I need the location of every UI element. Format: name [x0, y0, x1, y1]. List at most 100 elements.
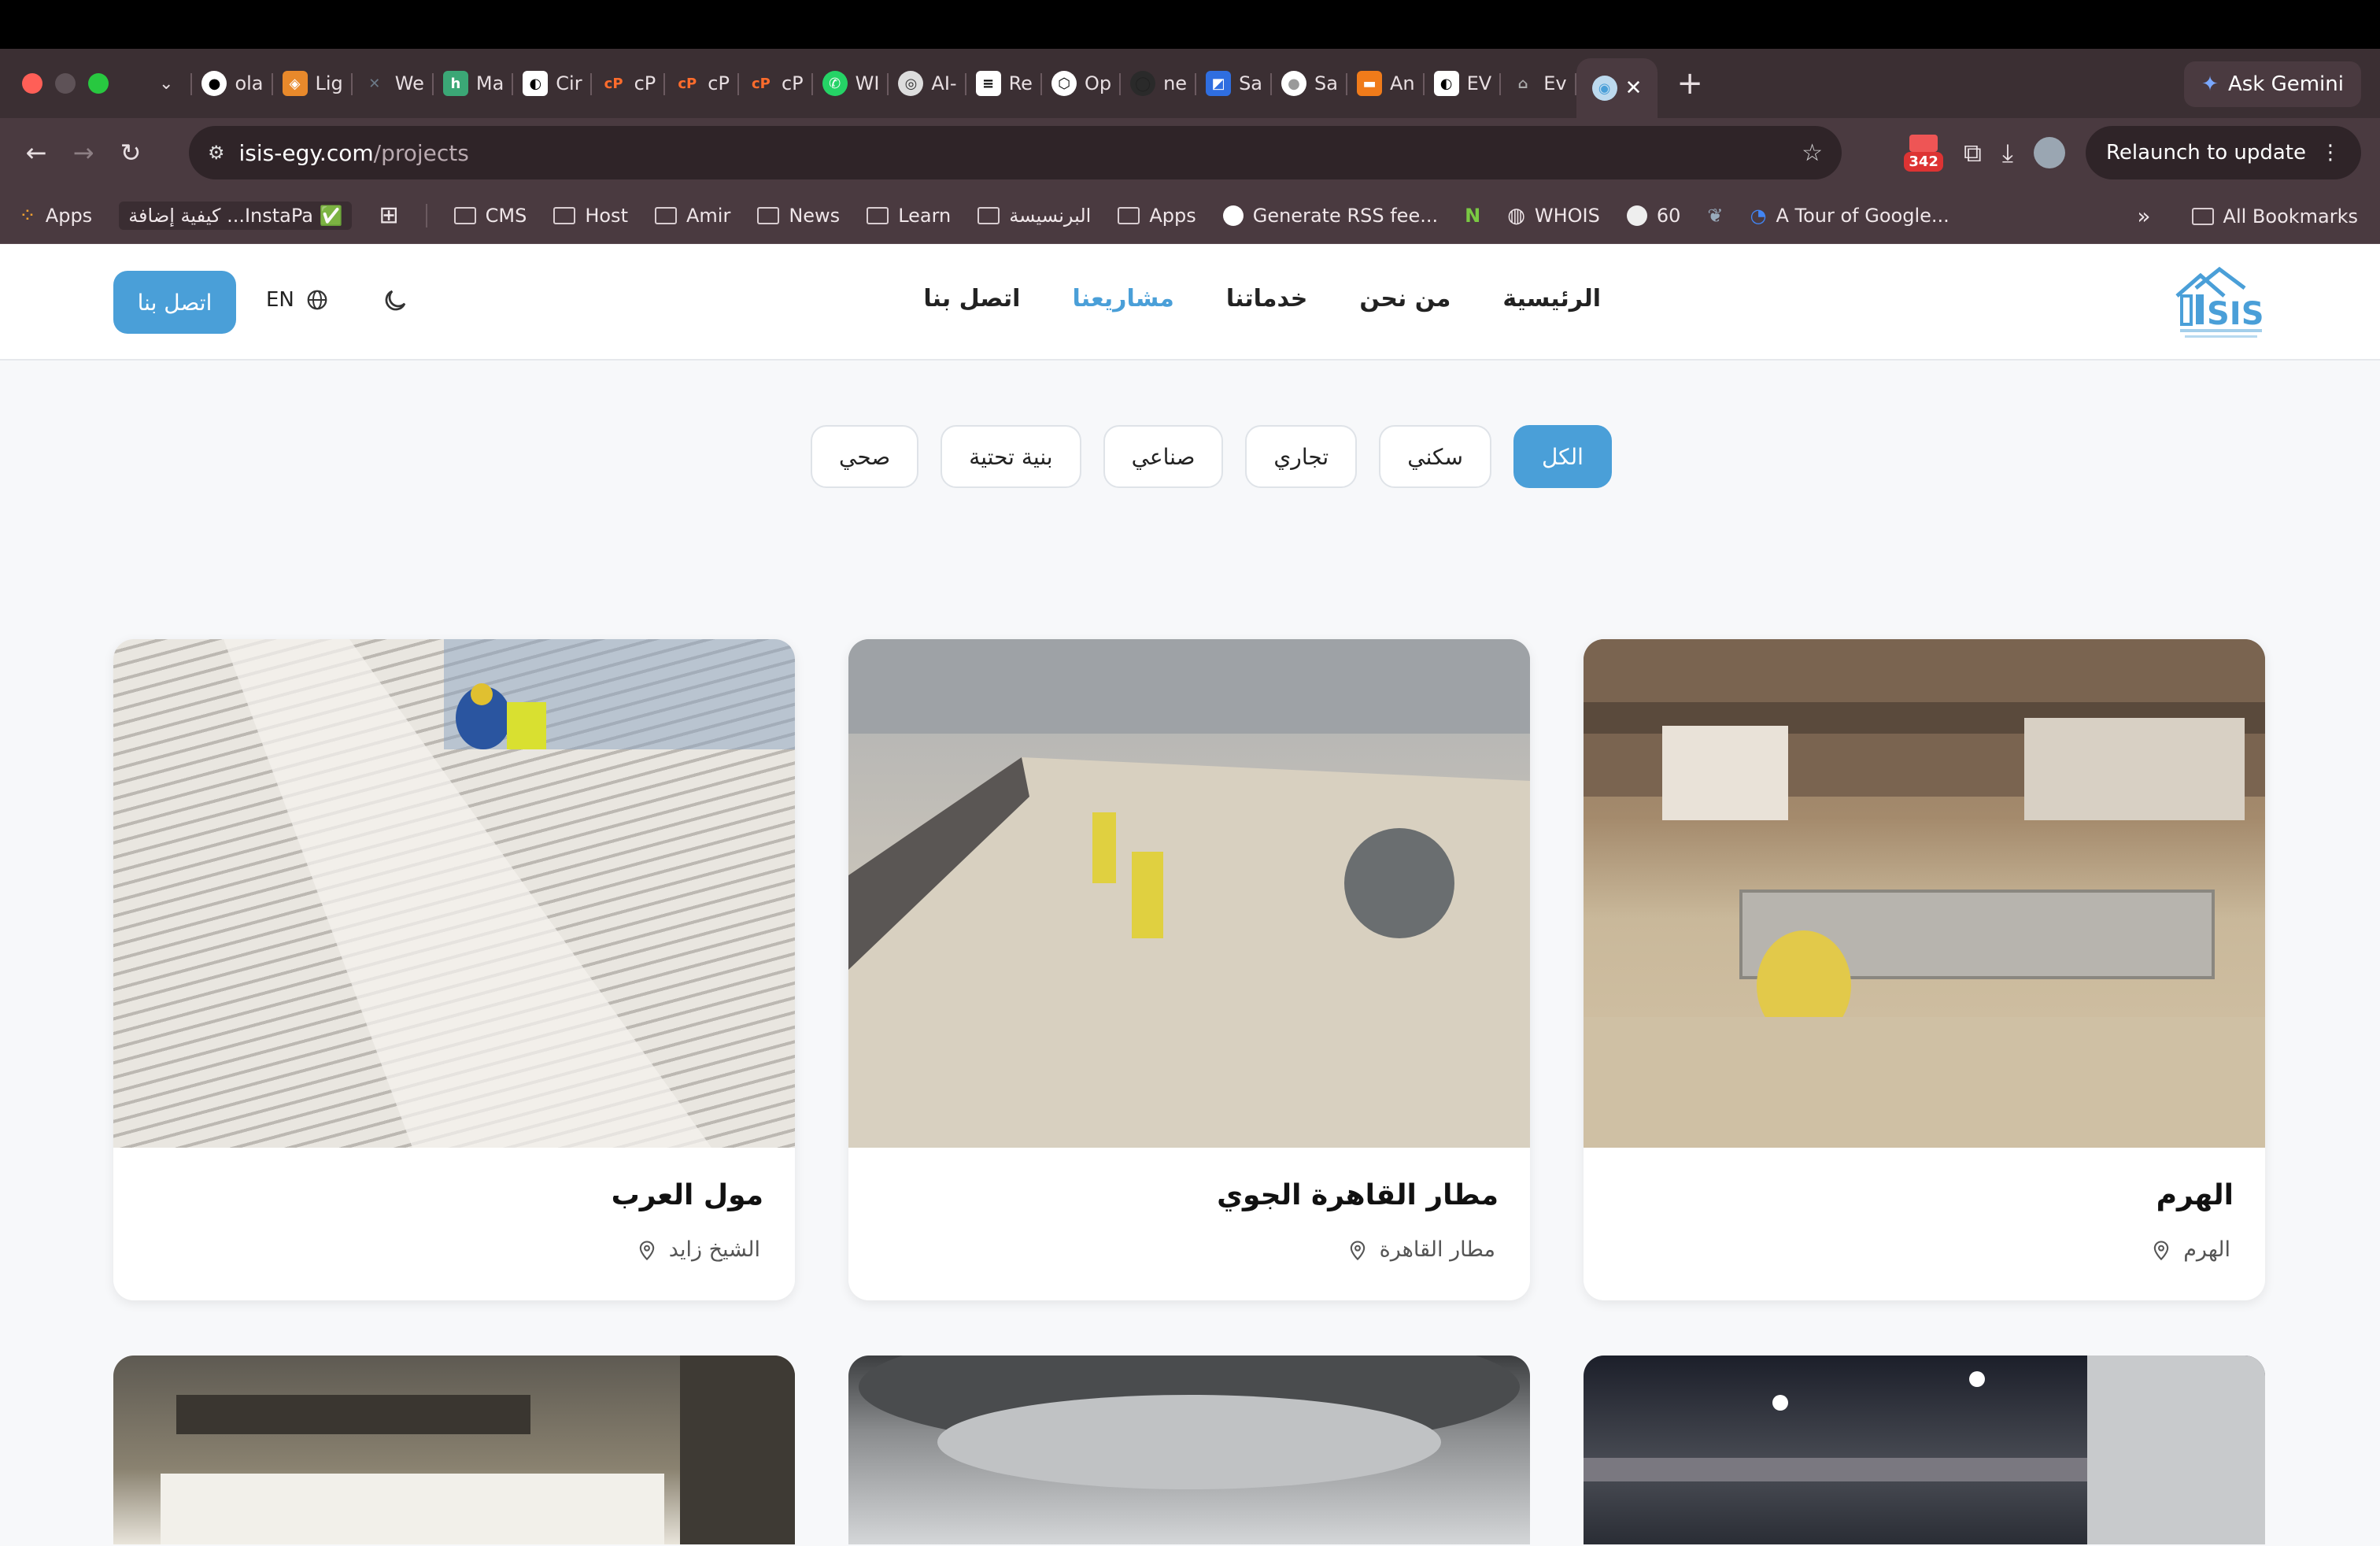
minimize-window-button[interactable]: [55, 73, 76, 94]
bookmarks-right: » All Bookmarks: [2137, 203, 2358, 229]
filter-health[interactable]: صحي: [811, 425, 919, 488]
filter-commercial[interactable]: تجاري: [1245, 425, 1358, 488]
filter-industrial[interactable]: صناعي: [1103, 425, 1224, 488]
browser-tab[interactable]: ▬ An: [1347, 57, 1425, 109]
bookmark-label: News: [789, 204, 841, 227]
bookmark-60[interactable]: 60: [1626, 204, 1681, 227]
bookmark-n[interactable]: N: [1465, 205, 1480, 227]
tab-search-icon[interactable]: ⌄: [140, 57, 193, 109]
browser-tab[interactable]: ◩ Sa: [1196, 57, 1272, 109]
browser-tab[interactable]: cP cP: [665, 57, 739, 109]
bookmark-star-icon[interactable]: ☆: [1802, 139, 1823, 167]
browser-tab[interactable]: ◯ ne: [1121, 57, 1197, 109]
project-card[interactable]: مطار القاهرة الجوي مطار القاهرة: [848, 639, 1530, 1300]
ask-gemini-button[interactable]: ✦ Ask Gemini: [2184, 61, 2361, 107]
browser-tab[interactable]: ✕ We: [353, 57, 434, 109]
download-icon[interactable]: ⤓: [2002, 138, 2013, 168]
filter-infrastructure[interactable]: بنية تحتية: [941, 425, 1081, 488]
tab-label: Lig: [315, 72, 343, 94]
bookmark-label: Host: [585, 204, 628, 227]
language-switcher[interactable]: EN: [266, 288, 329, 312]
bookmark-folder-apps[interactable]: Apps: [1118, 205, 1196, 227]
browser-tab[interactable]: ◐ EV: [1425, 57, 1502, 109]
whois-icon: ◍: [1507, 203, 1525, 227]
filter-all[interactable]: الكل: [1513, 425, 1612, 488]
nav-services[interactable]: خدماتنا: [1226, 285, 1308, 313]
browser-tab[interactable]: ◈ Lig: [273, 57, 353, 109]
nav-home[interactable]: الرئيسية: [1502, 285, 1601, 313]
relaunch-button[interactable]: Relaunch to update ⋮: [2085, 126, 2361, 179]
site-icon: [1626, 205, 1647, 226]
browser-tab[interactable]: ⌂ Ev: [1501, 57, 1576, 109]
bookmark-folder-news[interactable]: News: [757, 205, 840, 227]
profile-avatar[interactable]: [2033, 137, 2065, 168]
bookmark-whois[interactable]: ◍ WHOIS: [1507, 204, 1600, 227]
forward-arrow-icon[interactable]: →: [60, 129, 107, 176]
project-image: [113, 639, 795, 1148]
browser-tab[interactable]: ≡ Re: [966, 57, 1043, 109]
project-card[interactable]: الهرم الهرم: [1584, 639, 2265, 1300]
maximize-window-button[interactable]: [88, 73, 109, 94]
tab-label: ne: [1163, 72, 1188, 94]
nav-contact[interactable]: اتصل بنا: [923, 285, 1020, 313]
nav-projects[interactable]: مشاريعنا: [1072, 285, 1173, 313]
moon-icon[interactable]: [381, 287, 409, 315]
tab-label: AI-: [931, 72, 957, 94]
bookmark-divider: [425, 203, 427, 227]
folder-icon: [654, 206, 677, 224]
new-tab-button[interactable]: +: [1676, 65, 1703, 102]
project-photo-illustration: [161, 1356, 795, 1544]
bookmark-rss[interactable]: Generate RSS fee...: [1222, 205, 1438, 227]
all-bookmarks-button[interactable]: All Bookmarks: [2223, 205, 2358, 227]
project-card-image[interactable]: [113, 1356, 795, 1544]
folder-icon: [2191, 207, 2214, 225]
bookmark-folder-princess[interactable]: البرنسيسة: [978, 205, 1091, 227]
bookmark-instapaper[interactable]: كيفية إضافة ...InstaPa ✅: [119, 201, 353, 230]
project-card-image[interactable]: [1584, 1356, 2265, 1544]
browser-tab[interactable]: ◐ Cir: [513, 57, 592, 109]
more-bookmarks-button[interactable]: »: [2137, 203, 2150, 229]
site-info-icon[interactable]: ⚙: [208, 142, 225, 164]
whatsapp-icon: ✆: [822, 71, 848, 96]
nav-about[interactable]: من نحن: [1359, 285, 1451, 313]
bookmark-folder-host[interactable]: Host: [553, 205, 628, 227]
contact-button[interactable]: اتصل بنا: [113, 271, 236, 334]
browser-tab[interactable]: ● Sa: [1272, 57, 1347, 109]
extension-button[interactable]: 342: [1904, 134, 1943, 172]
browser-tab[interactable]: ◎ AI-: [889, 57, 966, 109]
browser-tab[interactable]: ⬡ Op: [1042, 57, 1122, 109]
project-image: [1584, 639, 2265, 1148]
active-tab[interactable]: ◉ ✕: [1576, 58, 1658, 118]
address-bar[interactable]: ⚙ isis-egy.com/projects ☆: [189, 126, 1842, 179]
cpanel-icon: cP: [604, 75, 623, 92]
bookmark-apps[interactable]: ⁘ Apps: [19, 204, 92, 227]
bookmark-bird[interactable]: ❦: [1707, 205, 1723, 227]
back-arrow-icon[interactable]: ←: [13, 129, 60, 176]
reload-icon[interactable]: ↻: [107, 129, 154, 176]
bookmark-grid[interactable]: ⊞: [379, 202, 398, 229]
bookmark-folder-amir[interactable]: Amir: [654, 205, 730, 227]
bookmark-label: 60: [1656, 204, 1681, 227]
project-card[interactable]: مول العرب الشيخ زايد: [113, 639, 795, 1300]
browser-tab[interactable]: ● ola: [192, 57, 273, 109]
project-photo-illustration: [848, 639, 1530, 1148]
close-tab-icon[interactable]: ✕: [1625, 76, 1643, 100]
folder-icon: [978, 206, 1000, 224]
site-icon: ◎: [898, 71, 924, 96]
bookmark-folder-learn[interactable]: Learn: [867, 205, 951, 227]
bookmark-google-tour[interactable]: ◔ A Tour of Google...: [1750, 205, 1949, 227]
browser-tab[interactable]: cP cP: [592, 57, 666, 109]
filter-residential[interactable]: سكني: [1379, 425, 1491, 488]
bookmark-label: CMS: [485, 204, 527, 227]
browser-tab[interactable]: h Ma: [434, 57, 514, 109]
bookmark-folder-cms[interactable]: CMS: [453, 204, 527, 227]
extensions-puzzle-icon[interactable]: ⧉: [1964, 138, 1982, 168]
site-icon: ◉: [1591, 76, 1617, 101]
svg-text:SIS: SIS: [2207, 296, 2264, 332]
project-card-image[interactable]: [848, 1356, 1530, 1544]
browser-tab[interactable]: ✆ WI: [813, 57, 889, 109]
isis-logo[interactable]: SIS: [2172, 264, 2270, 342]
browser-tab[interactable]: cP cP: [739, 57, 813, 109]
more-menu-icon[interactable]: ⋮: [2320, 141, 2341, 165]
close-window-button[interactable]: [22, 73, 42, 94]
